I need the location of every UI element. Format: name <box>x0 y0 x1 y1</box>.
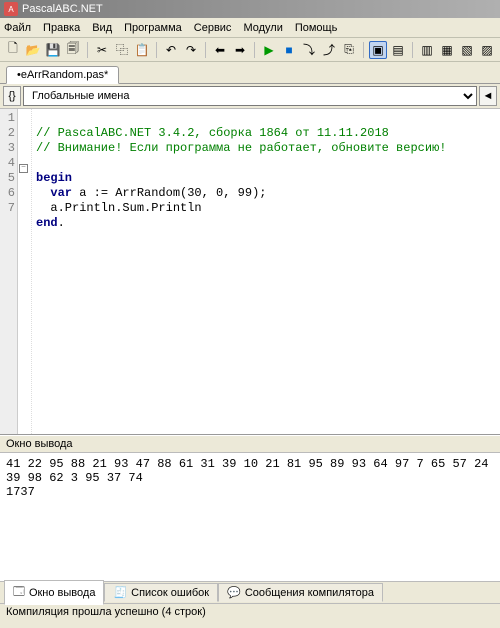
separator <box>205 42 206 58</box>
code-keyword: begin <box>36 171 72 185</box>
app-icon: A <box>4 2 18 16</box>
code-keyword: var <box>50 186 72 200</box>
fold-toggle-icon[interactable]: − <box>19 164 28 173</box>
line-number-gutter: 1 2 3 4 5 6 7 <box>0 109 18 434</box>
redo-icon[interactable]: ↷ <box>182 41 200 59</box>
bottom-tabbar: 🗔 Окно вывода 🧾 Список ошибок 💬 Сообщени… <box>0 581 500 603</box>
new-icon[interactable]: 🗋 <box>4 41 22 59</box>
view-toggle-4-icon[interactable]: ▦ <box>438 41 456 59</box>
menu-file[interactable]: Файл <box>4 22 31 34</box>
code-area[interactable]: // PascalABC.NET 3.4.2, сборка 1864 от 1… <box>32 109 500 434</box>
window-title: PascalABC.NET <box>22 3 103 15</box>
save-icon[interactable]: 💾 <box>44 41 62 59</box>
nav-forward-icon[interactable]: ➡ <box>231 41 249 59</box>
step-over-icon[interactable]: ⤴ <box>320 41 338 59</box>
toolbar: 🗋 📂 💾 🗐 ✂ ⿻ 📋 ↶ ↷ ⬅ ➡ ▶ ■ ⤵ ⤴ ⎘ ▣ ▤ ▥ ▦ … <box>0 38 500 62</box>
tab-error-list[interactable]: 🧾 Список ошибок <box>104 583 218 602</box>
nav-back-icon[interactable]: ⬅ <box>211 41 229 59</box>
output-panel-header: Окно вывода <box>0 435 500 453</box>
paste-icon[interactable]: 📋 <box>133 41 151 59</box>
save-all-icon[interactable]: 🗐 <box>64 41 82 59</box>
window-titlebar: A PascalABC.NET <box>0 0 500 18</box>
message-icon: 💬 <box>227 586 241 599</box>
step-into-icon[interactable]: ⤵ <box>300 41 318 59</box>
stop-icon[interactable]: ■ <box>280 41 298 59</box>
menu-bar: Файл Правка Вид Программа Сервис Модули … <box>0 18 500 38</box>
view-toggle-3-icon[interactable]: ▥ <box>418 41 436 59</box>
window-icon: 🗔 <box>13 583 25 602</box>
compile-icon[interactable]: ⎘ <box>340 41 358 59</box>
menu-help[interactable]: Помощь <box>295 22 338 34</box>
navigation-bar: {} Глобальные имена ◄ <box>0 84 500 109</box>
tab-earrrandom[interactable]: •eArrRandom.pas* <box>6 66 119 84</box>
view-toggle-2-icon[interactable]: ▤ <box>389 41 407 59</box>
menu-view[interactable]: Вид <box>92 22 112 34</box>
tab-label: Список ошибок <box>131 587 209 599</box>
separator <box>412 42 413 58</box>
fold-column: − <box>18 109 32 434</box>
status-bar: Компиляция прошла успешно (4 строк) <box>0 603 500 621</box>
undo-icon[interactable]: ↶ <box>162 41 180 59</box>
tab-label: Окно вывода <box>29 587 96 599</box>
menu-modules[interactable]: Модули <box>243 22 282 34</box>
separator <box>363 42 364 58</box>
menu-edit[interactable]: Правка <box>43 22 80 34</box>
run-icon[interactable]: ▶ <box>260 41 278 59</box>
output-panel-body[interactable]: 41 22 95 88 21 93 47 88 61 31 39 10 21 8… <box>0 453 500 581</box>
tab-output-window[interactable]: 🗔 Окно вывода <box>4 580 104 605</box>
view-toggle-5-icon[interactable]: ▧ <box>458 41 476 59</box>
tab-label: Сообщения компилятора <box>245 587 374 599</box>
code-keyword: end <box>36 216 58 230</box>
copy-icon[interactable]: ⿻ <box>113 41 131 59</box>
tab-compiler-messages[interactable]: 💬 Сообщения компилятора <box>218 583 383 602</box>
menu-program[interactable]: Программа <box>124 22 182 34</box>
menu-service[interactable]: Сервис <box>194 22 232 34</box>
separator <box>87 42 88 58</box>
code-editor[interactable]: 1 2 3 4 5 6 7 − // PascalABC.NET 3.4.2, … <box>0 109 500 435</box>
nav-back-button[interactable]: ◄ <box>479 86 497 106</box>
code-comment: // Внимание! Если программа не работает,… <box>36 141 446 155</box>
cut-icon[interactable]: ✂ <box>93 41 111 59</box>
view-toggle-1-icon[interactable]: ▣ <box>369 41 387 59</box>
scope-dropdown[interactable]: Глобальные имена <box>23 86 477 106</box>
document-tabbar: •eArrRandom.pas* <box>0 62 500 84</box>
separator <box>254 42 255 58</box>
code-comment: // PascalABC.NET 3.4.2, сборка 1864 от 1… <box>36 126 389 140</box>
globals-button[interactable]: {} <box>3 86 21 106</box>
view-toggle-6-icon[interactable]: ▨ <box>478 41 496 59</box>
separator <box>156 42 157 58</box>
list-icon: 🧾 <box>113 586 127 599</box>
open-icon[interactable]: 📂 <box>24 41 42 59</box>
